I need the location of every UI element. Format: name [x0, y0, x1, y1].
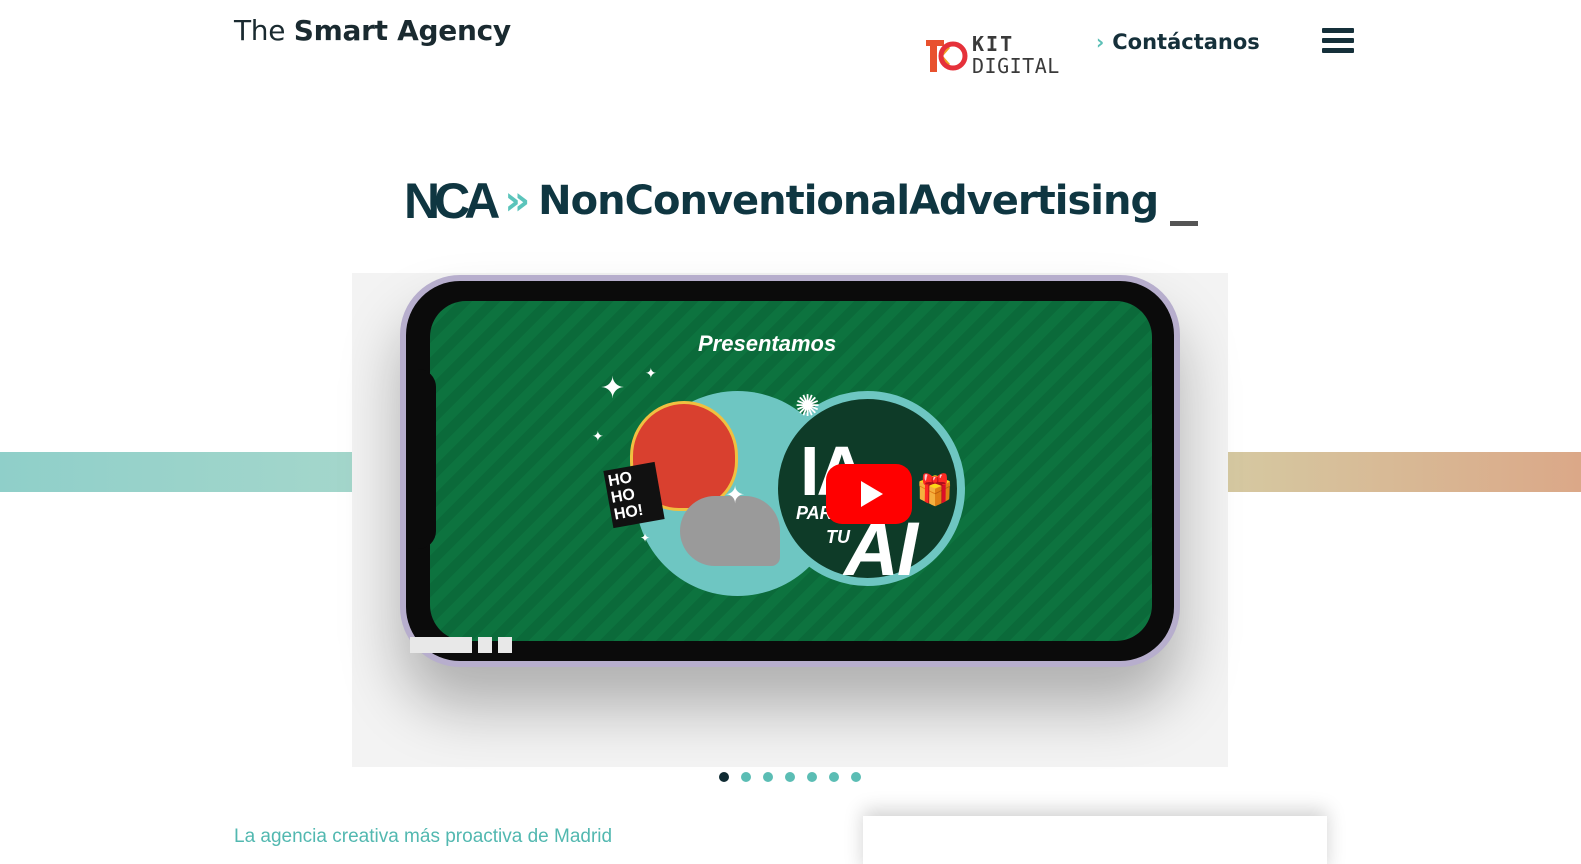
sparkle-icon: ✦	[600, 371, 626, 406]
gift-icon: 🎁	[916, 473, 954, 508]
carousel-dot[interactable]	[851, 772, 861, 782]
chevron-right-icon: ›	[1096, 30, 1105, 54]
hoho-sticker: HO HO HO!	[603, 461, 665, 529]
kit-line-2: DIGITAL	[972, 54, 1060, 78]
kit-digital-logo[interactable]: KIT DIGITAL	[922, 32, 1062, 78]
hamburger-icon[interactable]	[1322, 25, 1354, 55]
carousel-dot[interactable]	[807, 772, 817, 782]
double-chevron-icon: »	[504, 178, 530, 224]
kit-line-1: KIT	[972, 32, 1015, 56]
nca-brand-mark: NCA	[404, 173, 500, 229]
content-card	[863, 816, 1327, 864]
sparkle-icon: ✦	[592, 429, 604, 445]
typing-cursor	[1170, 221, 1199, 226]
phone-mockup: HO HO HO! Presentamos IA PARA TU AI ✺ 🎁 …	[400, 275, 1180, 667]
kit-digital-icon	[922, 34, 968, 76]
sparkle-icon: ✦	[645, 366, 657, 382]
hero-headline: NCA » NonConventionalAdvertising	[404, 172, 1199, 230]
site-logo[interactable]: The Smart Agency	[234, 14, 511, 47]
sparkle-icon: ✦	[640, 531, 651, 545]
hamburger-line	[1322, 28, 1354, 33]
sparkle-icon: ✦	[725, 481, 746, 509]
hamburger-line	[1322, 48, 1354, 53]
logo-prefix: The	[234, 14, 286, 47]
carousel-dot[interactable]	[719, 772, 729, 782]
phone-notch	[406, 369, 436, 549]
video-thumbnail: HO HO HO! Presentamos IA PARA TU AI ✺ 🎁 …	[430, 301, 1152, 641]
thumbnail-title: Presentamos	[698, 331, 837, 356]
tagline: La agencia creativa más proactiva de Mad…	[234, 826, 613, 847]
contact-label: Contáctanos	[1112, 30, 1260, 54]
carousel-dot[interactable]	[741, 772, 751, 782]
carousel-dot[interactable]	[763, 772, 773, 782]
hamburger-line	[1322, 38, 1354, 43]
video-controls	[410, 637, 512, 653]
youtube-play-icon[interactable]	[826, 464, 912, 524]
logo-name: Smart Agency	[293, 14, 511, 47]
carousel-dot[interactable]	[829, 772, 839, 782]
hero-title: NonConventionalAdvertising	[538, 178, 1159, 224]
carousel-dot[interactable]	[785, 772, 795, 782]
openai-icon: ✺	[795, 389, 821, 424]
carousel-dots	[719, 772, 861, 782]
contact-link[interactable]: › Contáctanos	[1096, 30, 1260, 54]
video-embed[interactable]: HO HO HO! Presentamos IA PARA TU AI ✺ 🎁 …	[352, 273, 1228, 767]
